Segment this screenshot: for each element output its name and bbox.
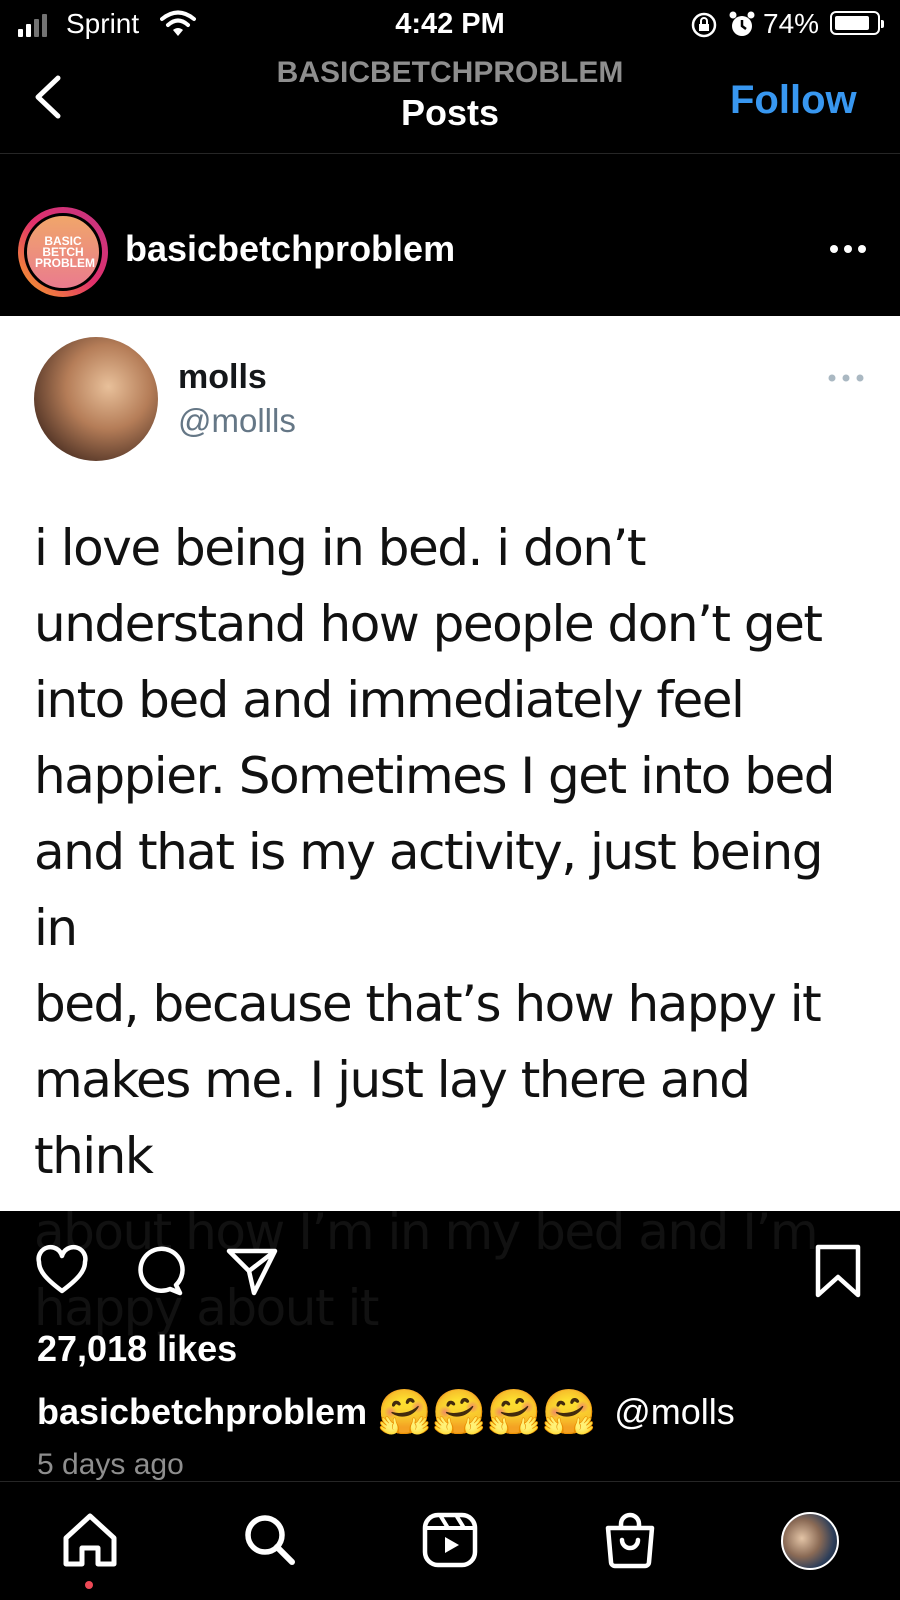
- post-username[interactable]: basicbetchproblem: [125, 228, 455, 270]
- search-icon[interactable]: [240, 1510, 300, 1570]
- shop-icon[interactable]: [600, 1510, 660, 1570]
- battery-percent: 74%: [763, 8, 820, 39]
- tweet-handle: @mollls: [178, 402, 296, 439]
- tweet-line: i love being in bed. i don’t: [34, 519, 647, 577]
- divider: [0, 153, 900, 154]
- more-options-icon[interactable]: [828, 239, 868, 259]
- likes-count[interactable]: 27,018 likes: [37, 1328, 237, 1370]
- caption-mention[interactable]: @molls: [614, 1391, 735, 1433]
- tweet-line: and that is my activity, just being in: [34, 823, 823, 957]
- tweet-line: makes me. I just lay there and think: [34, 1051, 751, 1185]
- comment-icon[interactable]: [130, 1243, 186, 1299]
- profile-avatar[interactable]: [781, 1512, 839, 1570]
- follow-button[interactable]: Follow: [730, 78, 857, 123]
- tweet-line: bed, because that’s how happy it: [34, 975, 822, 1033]
- battery-icon: [830, 11, 884, 35]
- avatar-logo-text: BASIC BETCH PROBLEM: [35, 233, 95, 270]
- tweet-line: into bed and immediately feel: [34, 671, 745, 729]
- tweet-display-name: molls: [178, 358, 267, 396]
- tweet-text: i love being in bed. i don’t understand …: [34, 510, 864, 1346]
- tweet-line: understand how people don’t get: [34, 595, 823, 653]
- post-timestamp: 5 days ago: [37, 1448, 184, 1481]
- heart-icon[interactable]: [34, 1243, 90, 1299]
- hug-emoji-icon: 🤗🤗🤗🤗: [377, 1388, 597, 1437]
- avatar[interactable]: BASIC BETCH PROBLEM: [24, 213, 102, 291]
- tweet-avatar: [34, 337, 158, 461]
- share-icon[interactable]: [224, 1243, 280, 1299]
- divider: [0, 1481, 900, 1482]
- alarm-icon: [729, 11, 755, 36]
- rotation-lock-icon: [691, 12, 717, 38]
- tweet-more-icon: [828, 374, 864, 382]
- tweet-line: happier. Sometimes I get into bed: [34, 747, 835, 805]
- home-icon[interactable]: [60, 1510, 120, 1570]
- active-tab-indicator: [85, 1581, 93, 1589]
- status-bar: Sprint 4:42 PM 74%: [0, 0, 900, 50]
- caption: basicbetchproblem 🤗🤗🤗🤗 @molls: [37, 1386, 735, 1438]
- caption-username[interactable]: basicbetchproblem: [37, 1391, 367, 1433]
- bookmark-icon[interactable]: [810, 1243, 866, 1299]
- reels-icon[interactable]: [420, 1510, 480, 1570]
